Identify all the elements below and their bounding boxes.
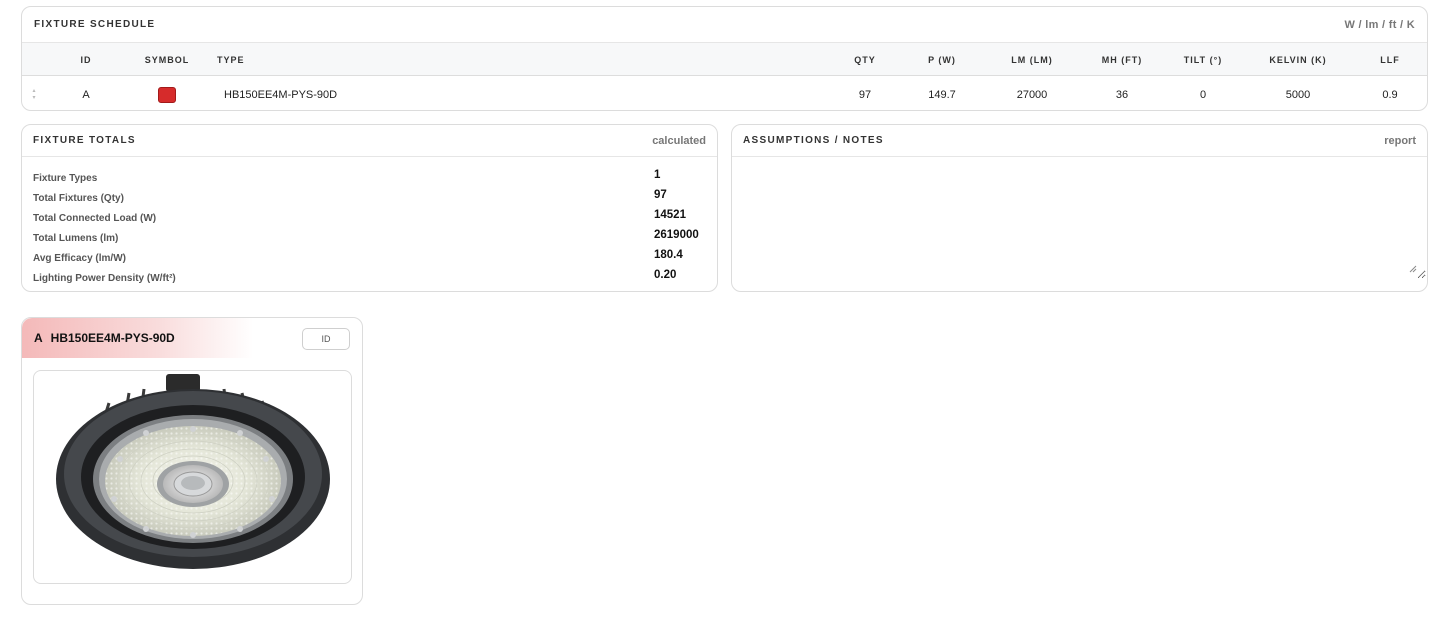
col-mounting-height[interactable]: MH (FT) xyxy=(1087,43,1157,77)
row-llf[interactable]: 0.9 xyxy=(1365,76,1415,112)
row-kelvin[interactable]: 5000 xyxy=(1253,76,1343,112)
row-tilt[interactable]: 0 xyxy=(1168,76,1238,112)
totals-value: 180.4 xyxy=(654,249,683,261)
totals-label: Avg Efficacy (lm/W) xyxy=(33,253,126,264)
row-id[interactable]: A xyxy=(66,76,106,112)
totals-label: Total Connected Load (W) xyxy=(33,213,157,224)
notes-header: ASSUMPTIONS / NOTES report xyxy=(732,125,1427,157)
fixture-card-header: A HB150EE4M-PYS-90D ID xyxy=(22,318,362,358)
totals-aux: calculated xyxy=(652,134,706,147)
table-row[interactable]: ▴ ▾ A HB150EE4M-PYS-90D 97 149.7 27000 36… xyxy=(22,76,1427,112)
totals-row-connected-load: Total Connected Load (W) 14521 xyxy=(33,206,706,226)
col-symbol[interactable]: SYMBOL xyxy=(136,43,198,77)
symbol-swatch[interactable] xyxy=(158,87,176,103)
notes-aux[interactable]: report xyxy=(1384,135,1416,147)
highbay-fixture-image xyxy=(56,374,330,569)
fixture-card: A HB150EE4M-PYS-90D ID xyxy=(21,317,363,605)
row-qty[interactable]: 97 xyxy=(840,76,890,112)
schedule-table-header: ID SYMBOL TYPE QTY P (W) LM (LM) MH (FT)… xyxy=(22,42,1427,76)
totals-label: Fixture Types xyxy=(33,173,98,184)
totals-header: FIXTURE TOTALS calculated xyxy=(22,125,717,157)
row-type[interactable]: HB150EE4M-PYS-90D xyxy=(224,76,524,112)
assumptions-notes-panel: ASSUMPTIONS / NOTES report xyxy=(731,124,1428,292)
drag-handle-icon[interactable]: ▴ ▾ xyxy=(30,88,38,102)
totals-value: 97 xyxy=(654,189,667,201)
totals-label: Total Fixtures (Qty) xyxy=(33,193,124,204)
totals-label: Total Lumens (lm) xyxy=(33,233,119,244)
fixture-card-type: HB150EE4M-PYS-90D xyxy=(50,331,175,345)
fixture-totals-panel: FIXTURE TOTALS calculated Fixture Types … xyxy=(21,124,718,292)
col-kelvin[interactable]: KELVIN (K) xyxy=(1253,43,1343,77)
col-tilt[interactable]: TILT (°) xyxy=(1168,43,1238,77)
notes-textarea[interactable] xyxy=(733,158,1426,279)
id-button[interactable]: ID xyxy=(302,328,350,350)
fixture-card-id: A xyxy=(34,331,43,345)
col-power[interactable]: P (W) xyxy=(912,43,972,77)
schedule-title: FIXTURE SCHEDULE xyxy=(34,19,156,30)
totals-value: 2619000 xyxy=(654,229,699,241)
col-lumens[interactable]: LM (LM) xyxy=(997,43,1067,77)
totals-value: 0.20 xyxy=(654,269,677,281)
row-power[interactable]: 149.7 xyxy=(912,76,972,112)
totals-label: Lighting Power Density (W/ft²) xyxy=(33,273,176,284)
schedule-units: W / lm / ft / K xyxy=(1344,18,1415,31)
row-mounting-height[interactable]: 36 xyxy=(1087,76,1157,112)
notes-title: ASSUMPTIONS / NOTES xyxy=(743,135,884,146)
col-id[interactable]: ID xyxy=(66,43,106,77)
totals-row-total-fixtures: Total Fixtures (Qty) 97 xyxy=(33,186,706,206)
schedule-header: FIXTURE SCHEDULE W / lm / ft / K xyxy=(22,7,1427,42)
totals-row-total-lumens: Total Lumens (lm) 2619000 xyxy=(33,226,706,246)
totals-title: FIXTURE TOTALS xyxy=(33,135,136,146)
totals-row-avg-efficacy: Avg Efficacy (lm/W) 180.4 xyxy=(33,246,706,266)
col-type[interactable]: TYPE xyxy=(217,43,297,77)
fixture-image-frame xyxy=(33,370,352,584)
totals-value: 14521 xyxy=(654,209,686,221)
col-qty[interactable]: QTY xyxy=(840,43,890,77)
totals-row-fixture-types: Fixture Types 1 xyxy=(33,166,706,186)
totals-value: 1 xyxy=(654,169,661,181)
fixture-schedule-panel: FIXTURE SCHEDULE W / lm / ft / K ID SYMB… xyxy=(21,6,1428,111)
col-llf[interactable]: LLF xyxy=(1365,43,1415,77)
totals-row-lpd: Lighting Power Density (W/ft²) 0.20 xyxy=(33,266,706,286)
row-lumens[interactable]: 27000 xyxy=(997,76,1067,112)
resize-grip-icon[interactable] xyxy=(1409,265,1417,273)
